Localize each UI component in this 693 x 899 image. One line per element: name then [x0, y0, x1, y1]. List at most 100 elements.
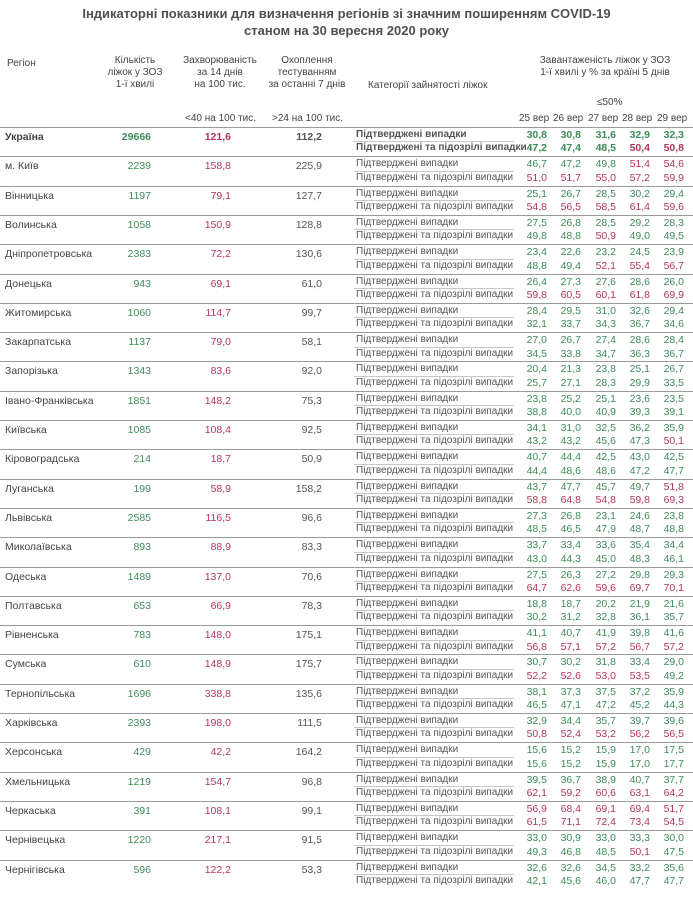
region-name: Черкаська — [5, 804, 56, 817]
row-separator — [0, 713, 693, 714]
load-value: 69,3 — [663, 494, 684, 506]
load-value: 32,9 — [526, 715, 547, 727]
category-confirmed: Підтверджені випадки — [356, 832, 459, 844]
row-separator — [0, 390, 693, 392]
load-value: 32,6 — [560, 861, 581, 874]
incidence-value: 137,0 — [204, 570, 231, 583]
load-value: 46,5 — [526, 699, 547, 712]
beds-count: 1851 — [127, 394, 151, 407]
category-confirmed: Підтверджені випадки — [356, 656, 459, 668]
incidence-value: 121,6 — [204, 131, 231, 143]
row-separator — [0, 332, 693, 334]
load-value: 27,6 — [595, 275, 616, 288]
load-value: 48,5 — [595, 845, 616, 858]
load-value: 44,3 — [663, 699, 684, 712]
load-value: 51,0 — [526, 171, 547, 184]
load-value: 54,5 — [663, 816, 684, 829]
load-value: 29,3 — [663, 568, 684, 581]
load-value: 47,7 — [663, 464, 684, 477]
region-name: Чернігівська — [5, 863, 65, 876]
header-load-line: Завантаженість ліжок у ЗОЗ — [539, 55, 671, 66]
incidence-value: 69,1 — [210, 277, 231, 290]
category-confirmed: Підтверджені випадки — [356, 392, 459, 404]
load-value: 59,8 — [629, 494, 650, 506]
load-value: 47,3 — [629, 435, 650, 448]
load-value: 31,8 — [595, 656, 616, 669]
load-value: 42,1 — [526, 874, 547, 887]
load-value: 36,2 — [629, 422, 650, 434]
load-value: 30,9 — [560, 832, 581, 845]
region-name: Запорізька — [5, 365, 58, 378]
load-value: 23,9 — [663, 246, 684, 259]
load-value: 15,2 — [560, 744, 581, 757]
load-value: 23,4 — [526, 246, 547, 259]
load-value: 43,7 — [526, 480, 547, 493]
load-value: 28,4 — [526, 304, 547, 317]
load-value: 20,4 — [526, 363, 547, 376]
load-value: 47,2 — [595, 699, 616, 712]
load-value: 69,9 — [663, 288, 684, 301]
load-value: 17,0 — [629, 744, 650, 757]
testing-value: 91,5 — [301, 834, 322, 847]
load-value: 53,0 — [595, 669, 616, 682]
category-suspected: Підтверджені та підозрілі випадки — [356, 435, 514, 447]
load-value: 23,5 — [663, 392, 684, 405]
load-value: 35,6 — [663, 861, 684, 874]
load-value: 52,6 — [560, 669, 581, 682]
day-header: 25 вер — [519, 113, 550, 124]
load-value: 41,1 — [526, 627, 547, 640]
incidence-value: 338,8 — [204, 687, 231, 700]
testing-value: 92,0 — [301, 365, 322, 378]
load-value: 52,2 — [526, 669, 547, 682]
load-value: 49,4 — [560, 259, 581, 272]
category-confirmed: Підтверджені випадки — [356, 363, 459, 375]
load-value: 48,7 — [629, 523, 650, 536]
load-value: 48,8 — [526, 259, 547, 272]
beds-count: 893 — [133, 541, 151, 554]
load-value: 23,8 — [526, 392, 547, 405]
load-value: 17,5 — [663, 744, 684, 757]
load-value: 18,7 — [560, 597, 581, 610]
load-value: 32,9 — [629, 129, 650, 141]
load-value: 42,5 — [663, 451, 684, 464]
category-suspected: Підтверджені та підозрілі випадки — [356, 230, 514, 242]
load-value: 23,6 — [629, 392, 650, 405]
category-confirmed: Підтверджені випадки — [356, 334, 459, 346]
load-value: 45,0 — [595, 552, 616, 565]
load-value: 36,7 — [629, 318, 650, 331]
load-value: 39,5 — [526, 773, 547, 786]
category-suspected: Підтверджені та підозрілі випадки — [356, 464, 514, 476]
load-value: 59,8 — [526, 288, 547, 301]
header-incidence: Захворюваність за 14 днів на 100 тис. — [170, 55, 270, 91]
load-value: 33,3 — [629, 832, 650, 845]
load-value: 30,2 — [560, 656, 581, 669]
load-value: 44,3 — [560, 552, 581, 565]
load-value: 54,8 — [595, 494, 616, 506]
load-value: 56,7 — [663, 259, 684, 272]
load-value: 35,9 — [663, 685, 684, 698]
day-header: 27 вер — [588, 113, 619, 124]
load-value: 69,1 — [595, 802, 616, 815]
category-confirmed: Підтверджені випадки — [356, 216, 459, 228]
load-value: 36,3 — [629, 347, 650, 360]
load-value: 34,5 — [595, 861, 616, 874]
category-suspected: Підтверджені та підозрілі випадки — [356, 669, 514, 681]
load-value: 34,7 — [595, 347, 616, 360]
load-value: 48,6 — [560, 464, 581, 477]
load-value: 60,1 — [595, 288, 616, 301]
title-line-2: станом на 30 вересня 2020 року — [244, 23, 449, 38]
load-value: 28,3 — [663, 216, 684, 229]
load-value: 43,0 — [526, 552, 547, 565]
region-name: Кіровоградська — [5, 453, 80, 466]
load-value: 44,4 — [560, 451, 581, 464]
category-confirmed: Підтверджені випадки — [356, 187, 459, 199]
category-confirmed: Підтверджені випадки — [356, 627, 459, 639]
testing-value: 96,8 — [301, 775, 322, 788]
row-separator — [0, 742, 693, 744]
incidence-value: 158,8 — [204, 160, 231, 173]
load-value: 52,4 — [560, 728, 581, 741]
load-value: 33,6 — [595, 539, 616, 552]
load-value: 18,8 — [526, 597, 547, 610]
load-value: 63,1 — [629, 787, 650, 799]
load-value: 27,1 — [560, 376, 581, 389]
